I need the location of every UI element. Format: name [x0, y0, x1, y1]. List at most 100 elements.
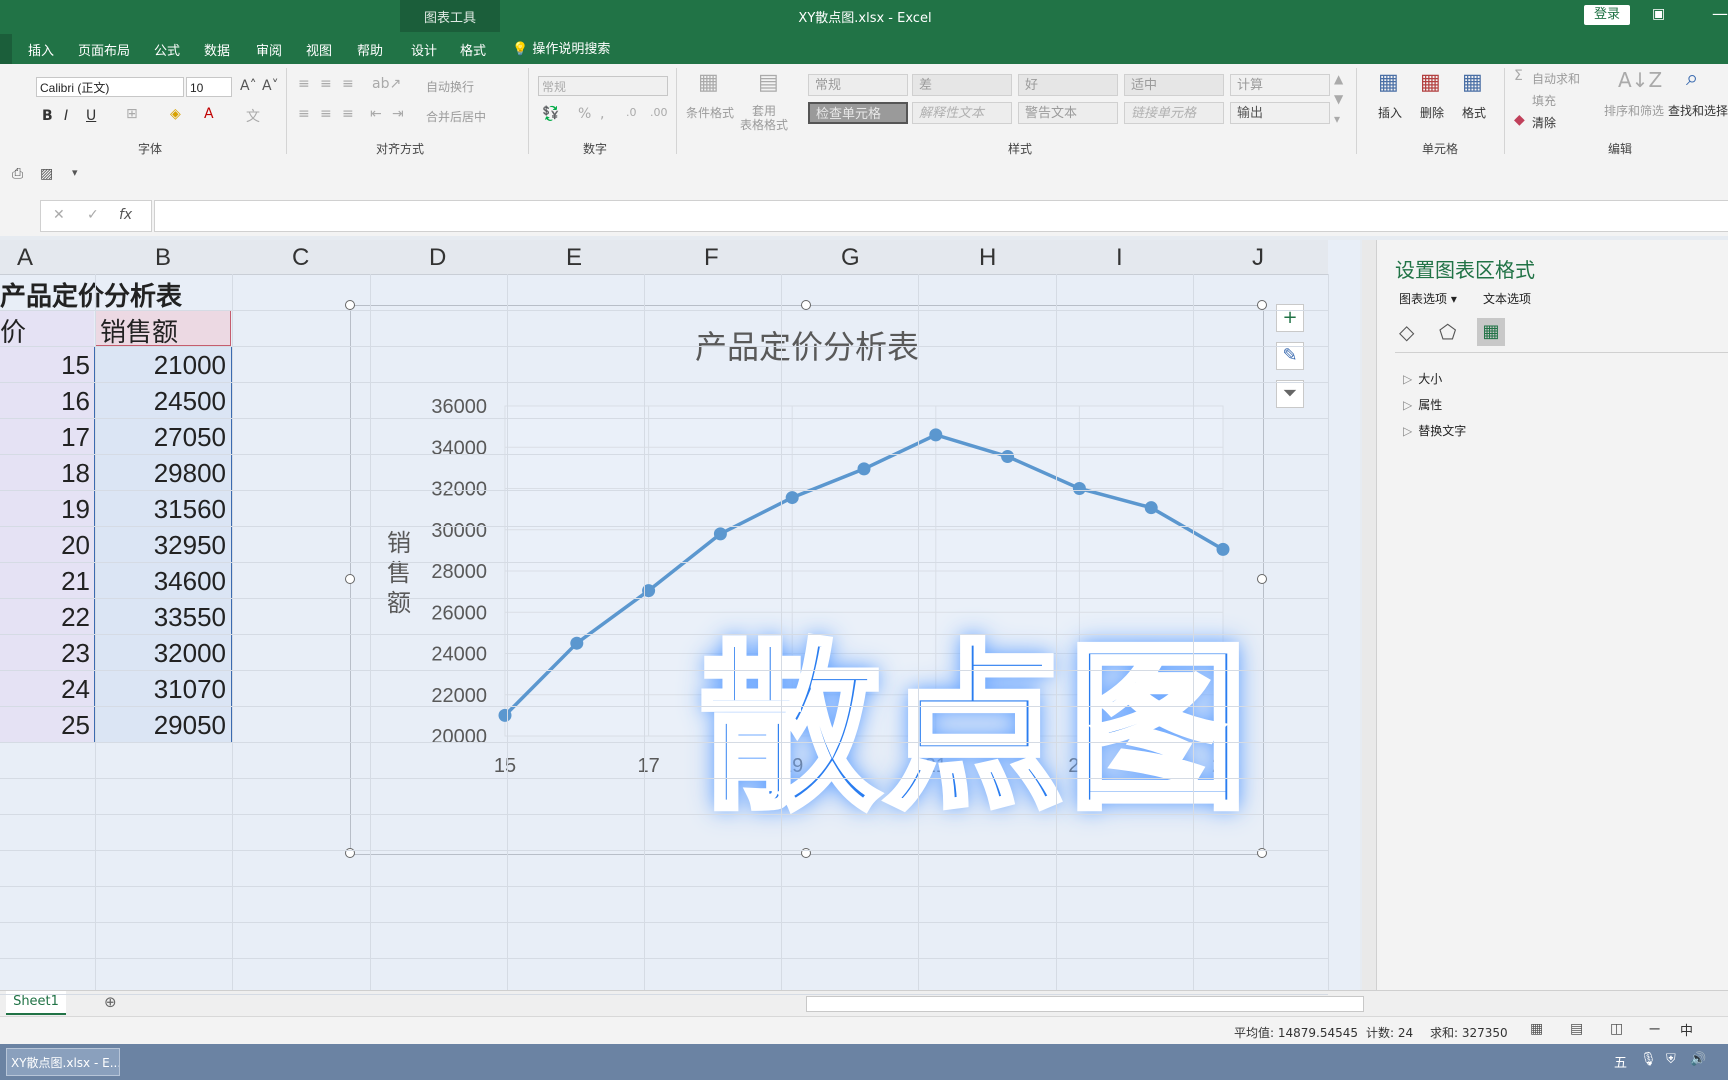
cell-price[interactable]: 19 [0, 494, 90, 525]
border-icon[interactable]: ⊞ [126, 106, 138, 122]
conditional-format-icon[interactable]: ▦ [698, 70, 719, 95]
cell-sales[interactable]: 31070 [95, 674, 226, 705]
y-axis-title[interactable]: 额 [387, 589, 411, 617]
data-point[interactable] [1216, 542, 1230, 556]
styles-scroll-down-icon[interactable]: ▼ [1334, 92, 1343, 106]
fill-color-icon[interactable]: ◈ [170, 106, 181, 122]
tab-0[interactable]: 插入 [28, 40, 54, 59]
cell-style-9[interactable]: 输出 [1230, 102, 1330, 124]
file-tab[interactable] [0, 34, 12, 64]
data-point[interactable] [785, 491, 799, 505]
find-select-button[interactable]: 查找和选择 [1668, 102, 1728, 119]
header-cell-a[interactable]: 价 [0, 312, 26, 349]
sort-filter-button[interactable]: 排序和筛选 [1604, 102, 1664, 119]
conditional-format-button[interactable]: 条件格式 [686, 104, 734, 121]
tab-8[interactable]: 格式 [460, 40, 486, 59]
cell-price[interactable]: 22 [0, 602, 90, 633]
data-point[interactable] [1072, 482, 1086, 495]
percent-icon[interactable]: % [578, 106, 591, 122]
column-header-B[interactable]: B [155, 244, 171, 272]
indent-increase-icon[interactable]: ⇥ [392, 106, 404, 122]
pane-tab-chart-options[interactable]: 图表选项 ▾ [1399, 290, 1457, 307]
data-point[interactable] [1144, 501, 1158, 515]
normal-view-icon[interactable]: ▦ [1530, 1021, 1543, 1037]
y-axis-title[interactable]: 销 [387, 529, 411, 557]
font-color-icon[interactable]: A [204, 106, 214, 122]
chart-elements-button[interactable]: + [1276, 304, 1304, 332]
cell-price[interactable]: 23 [0, 638, 90, 669]
column-header-E[interactable]: E [566, 244, 582, 272]
column-header-F[interactable]: F [704, 244, 719, 272]
align-middle-icon[interactable]: ≡ [320, 76, 332, 92]
cell-sales[interactable]: 29800 [95, 458, 226, 489]
volume-icon[interactable]: 🔊 [1690, 1052, 1706, 1067]
column-header-C[interactable]: C [292, 244, 309, 272]
cell-price[interactable]: 25 [0, 710, 90, 741]
cell-sales[interactable]: 34600 [95, 566, 226, 597]
column-header-A[interactable]: A [17, 244, 33, 272]
taskbar-excel-item[interactable]: XY散点图.xlsx - E... [6, 1048, 120, 1076]
sheet-title-cell[interactable]: 产品定价分析表 [0, 276, 182, 313]
tab-6[interactable]: 帮助 [357, 40, 383, 59]
column-header-J[interactable]: J [1252, 244, 1264, 272]
page-break-icon[interactable]: ◫ [1610, 1021, 1623, 1037]
cancel-icon[interactable]: ✕ [53, 207, 65, 223]
insert-function-icon[interactable]: fx [119, 207, 132, 223]
increase-font-icon[interactable]: A˄ [240, 78, 257, 94]
pane-section-2[interactable]: ▷ 替换文字 [1403, 422, 1466, 439]
cell-style-3[interactable]: 适中 [1124, 74, 1224, 96]
zoom-out-icon[interactable]: − [1648, 1019, 1661, 1038]
delete-cells-button[interactable]: 删除 [1420, 104, 1444, 121]
delete-cells-icon[interactable]: ▦ [1420, 70, 1441, 95]
eraser-icon[interactable]: ◆ [1514, 112, 1525, 128]
decrease-font-icon[interactable]: A˅ [262, 78, 279, 94]
format-cells-icon[interactable]: ▦ [1462, 70, 1483, 95]
qat-customize-icon[interactable]: ▾ [72, 166, 78, 179]
page-layout-icon[interactable]: ▤ [1570, 1021, 1583, 1037]
microphone-icon[interactable]: 🎙 [1640, 1052, 1657, 1067]
cell-sales[interactable]: 24500 [95, 386, 226, 417]
pane-section-0[interactable]: ▷ 大小 [1403, 370, 1442, 387]
format-cells-button[interactable]: 格式 [1462, 104, 1486, 121]
italic-icon[interactable]: I [64, 108, 68, 124]
cell-price[interactable]: 20 [0, 530, 90, 561]
cell-style-4[interactable]: 计算 [1230, 74, 1330, 96]
data-point[interactable] [498, 708, 512, 722]
enter-icon[interactable]: ✓ [87, 207, 99, 223]
tab-7[interactable]: 设计 [411, 40, 437, 59]
column-header-H[interactable]: H [979, 244, 996, 272]
data-point[interactable] [713, 527, 727, 541]
tell-me-search[interactable]: 💡 操作说明搜索 [512, 38, 610, 57]
chart-resize-handle[interactable] [345, 574, 355, 584]
horizontal-scrollbar[interactable] [806, 996, 1364, 1012]
cell-style-2[interactable]: 好 [1018, 74, 1118, 96]
bold-icon[interactable]: B [42, 108, 53, 124]
align-center-icon[interactable]: ≡ [320, 106, 332, 122]
currency-icon[interactable]: 💱 [542, 106, 559, 122]
effects-icon[interactable]: ⬠ [1439, 320, 1456, 344]
cell-style-1[interactable]: 差 [912, 74, 1012, 96]
vertical-scrollbar[interactable] [1362, 240, 1376, 990]
chart-resize-handle[interactable] [801, 300, 811, 310]
underline-icon[interactable]: U [86, 108, 96, 124]
tab-4[interactable]: 审阅 [256, 40, 282, 59]
cell-price[interactable]: 17 [0, 422, 90, 453]
merge-center-button[interactable]: 合并后居中 [426, 108, 486, 125]
column-header-D[interactable]: D [429, 244, 446, 272]
cell-price[interactable]: 16 [0, 386, 90, 417]
pane-tab-text-options[interactable]: 文本选项 [1483, 290, 1531, 307]
sort-filter-icon[interactable]: A↓Z [1618, 68, 1662, 92]
login-button[interactable]: 登录 [1584, 5, 1630, 25]
cell-style-6[interactable]: 解释性文本 [912, 102, 1012, 124]
add-sheet-icon[interactable]: ⊕ [104, 993, 117, 1011]
tab-3[interactable]: 数据 [204, 40, 230, 59]
fill-button[interactable]: 填充 [1532, 92, 1556, 109]
chart-title[interactable]: 产品定价分析表 [695, 328, 919, 366]
cell-style-5[interactable]: 检查单元格 [808, 102, 908, 124]
cell-price[interactable]: 18 [0, 458, 90, 489]
autosum-button[interactable]: 自动求和 [1532, 70, 1580, 87]
column-header-G[interactable]: G [841, 244, 860, 272]
ime-indicator[interactable]: 五 [1614, 1052, 1627, 1071]
cell-sales[interactable]: 27050 [95, 422, 226, 453]
column-header-I[interactable]: I [1116, 244, 1123, 272]
